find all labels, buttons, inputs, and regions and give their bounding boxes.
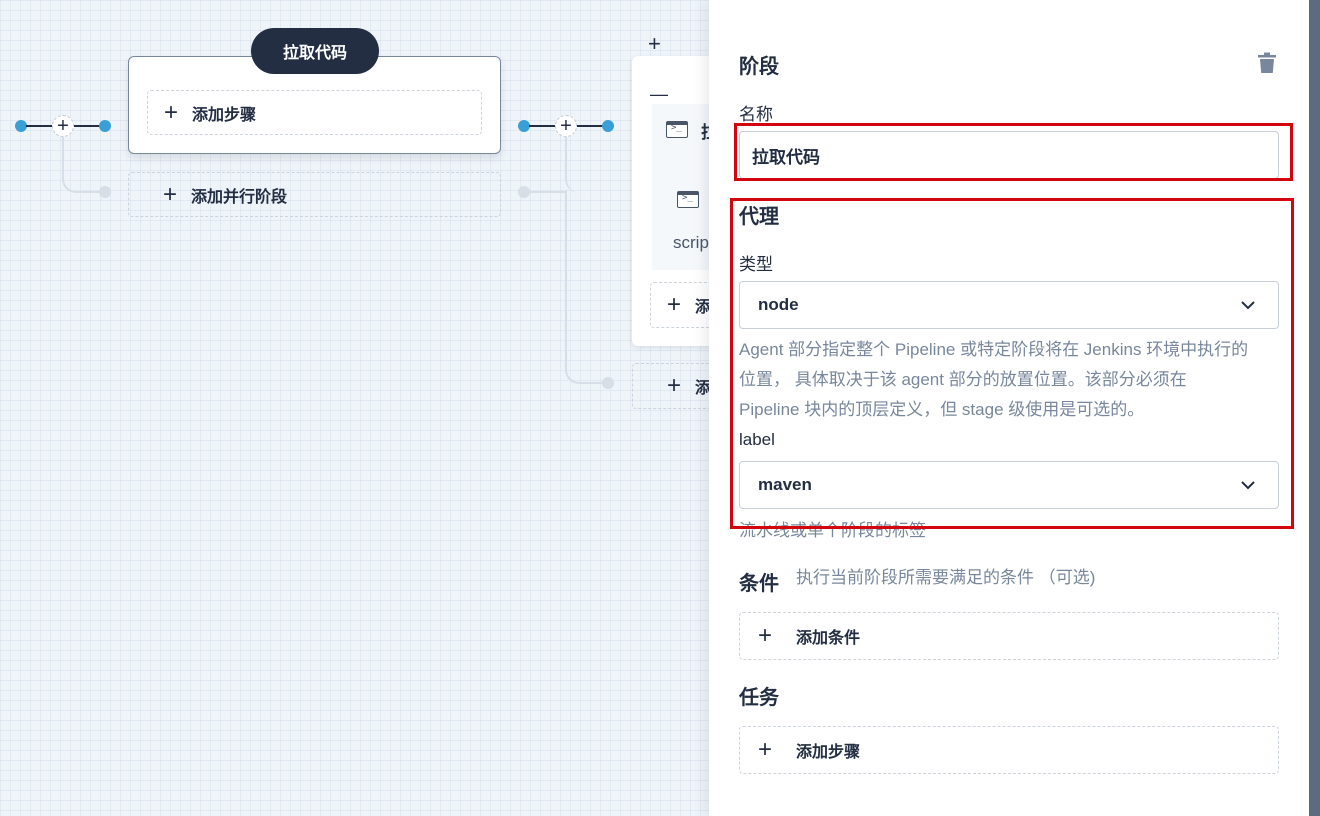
insert-stage-button[interactable]: + xyxy=(52,115,74,137)
plus-icon: + xyxy=(758,736,773,763)
parallel-branch-dot xyxy=(602,377,614,389)
add-task-step-button[interactable]: + 添加步骤 xyxy=(739,726,1279,774)
add-parallel-stage-button[interactable]: + 添加并行阶段 xyxy=(128,172,501,217)
add-step-button[interactable]: + 添加步骤 xyxy=(147,90,482,135)
plus-icon: + xyxy=(667,372,682,399)
chevron-down-icon xyxy=(1241,301,1255,310)
stage-name-input[interactable]: 拉取代码 xyxy=(739,131,1279,179)
panel-title: 阶段 xyxy=(739,56,779,78)
parallel-branch-line xyxy=(565,137,607,193)
agent-description: Agent 部分指定整个 Pipeline 或特定阶段将在 Jenkins 环境… xyxy=(739,335,1299,425)
condition-hint: 执行当前阶段所需要满足的条件 （可选) xyxy=(796,568,1096,587)
add-condition-button[interactable]: + 添加条件 xyxy=(739,612,1279,660)
add-condition-label: 添加条件 xyxy=(796,630,861,647)
add-step-label: 添加步骤 xyxy=(192,106,257,124)
agent-description-line: 位置， 具体取决于该 agent 部分的放置位置。该部分必须在 xyxy=(739,370,1187,389)
stage-entry-dot xyxy=(602,120,614,132)
connector-line xyxy=(529,125,555,127)
agent-type-value: node xyxy=(758,295,799,314)
add-stage-icon[interactable]: + xyxy=(648,32,661,56)
stage-entry-dot xyxy=(99,120,111,132)
plus-icon: + xyxy=(57,115,69,137)
terminal-icon xyxy=(677,191,699,208)
agent-heading: 代理 xyxy=(739,206,779,228)
connector-line xyxy=(577,125,603,127)
parallel-branch-line xyxy=(62,137,100,193)
parallel-branch-line xyxy=(565,190,607,384)
parallel-branch-dot xyxy=(518,186,530,198)
step-label[interactable]: scrip xyxy=(673,233,709,253)
terminal-icon xyxy=(666,121,688,138)
parallel-branch-dot xyxy=(99,186,111,198)
insert-stage-button[interactable]: + xyxy=(555,115,577,137)
panel-scrollbar[interactable] xyxy=(1309,0,1320,816)
agent-description-line: Agent 部分指定整个 Pipeline 或特定阶段将在 Jenkins 环境… xyxy=(739,340,1249,359)
label-description: 流水线或单个阶段的标签 xyxy=(739,521,926,540)
plus-icon: + xyxy=(163,180,178,208)
collapse-icon[interactable]: — xyxy=(650,84,668,104)
add-task-step-label: 添加步骤 xyxy=(796,744,861,761)
connector-line xyxy=(74,125,100,127)
agent-label-select[interactable]: maven xyxy=(739,461,1279,509)
parallel-branch-line xyxy=(530,191,567,193)
condition-heading: 条件 xyxy=(739,573,779,595)
plus-icon: + xyxy=(758,622,773,649)
trash-icon[interactable] xyxy=(1257,52,1277,74)
agent-label-value: maven xyxy=(758,475,812,494)
plus-icon: + xyxy=(667,291,682,318)
stage-title-badge[interactable]: 拉取代码 xyxy=(251,28,379,74)
plus-icon: + xyxy=(560,115,572,137)
chevron-down-icon xyxy=(1241,481,1255,490)
plus-icon: + xyxy=(164,98,179,126)
connector-line xyxy=(26,125,52,127)
add-parallel-stage-label: 添加并行阶段 xyxy=(191,188,288,206)
agent-description-line: Pipeline 块内的顶层定义，但 stage 级使用是可选的。 xyxy=(739,400,1145,419)
task-heading: 任务 xyxy=(739,687,779,709)
agent-type-select[interactable]: node xyxy=(739,281,1279,329)
label-field-label: label xyxy=(739,430,775,449)
type-field-label: 类型 xyxy=(739,255,773,274)
name-field-label: 名称 xyxy=(739,105,773,124)
